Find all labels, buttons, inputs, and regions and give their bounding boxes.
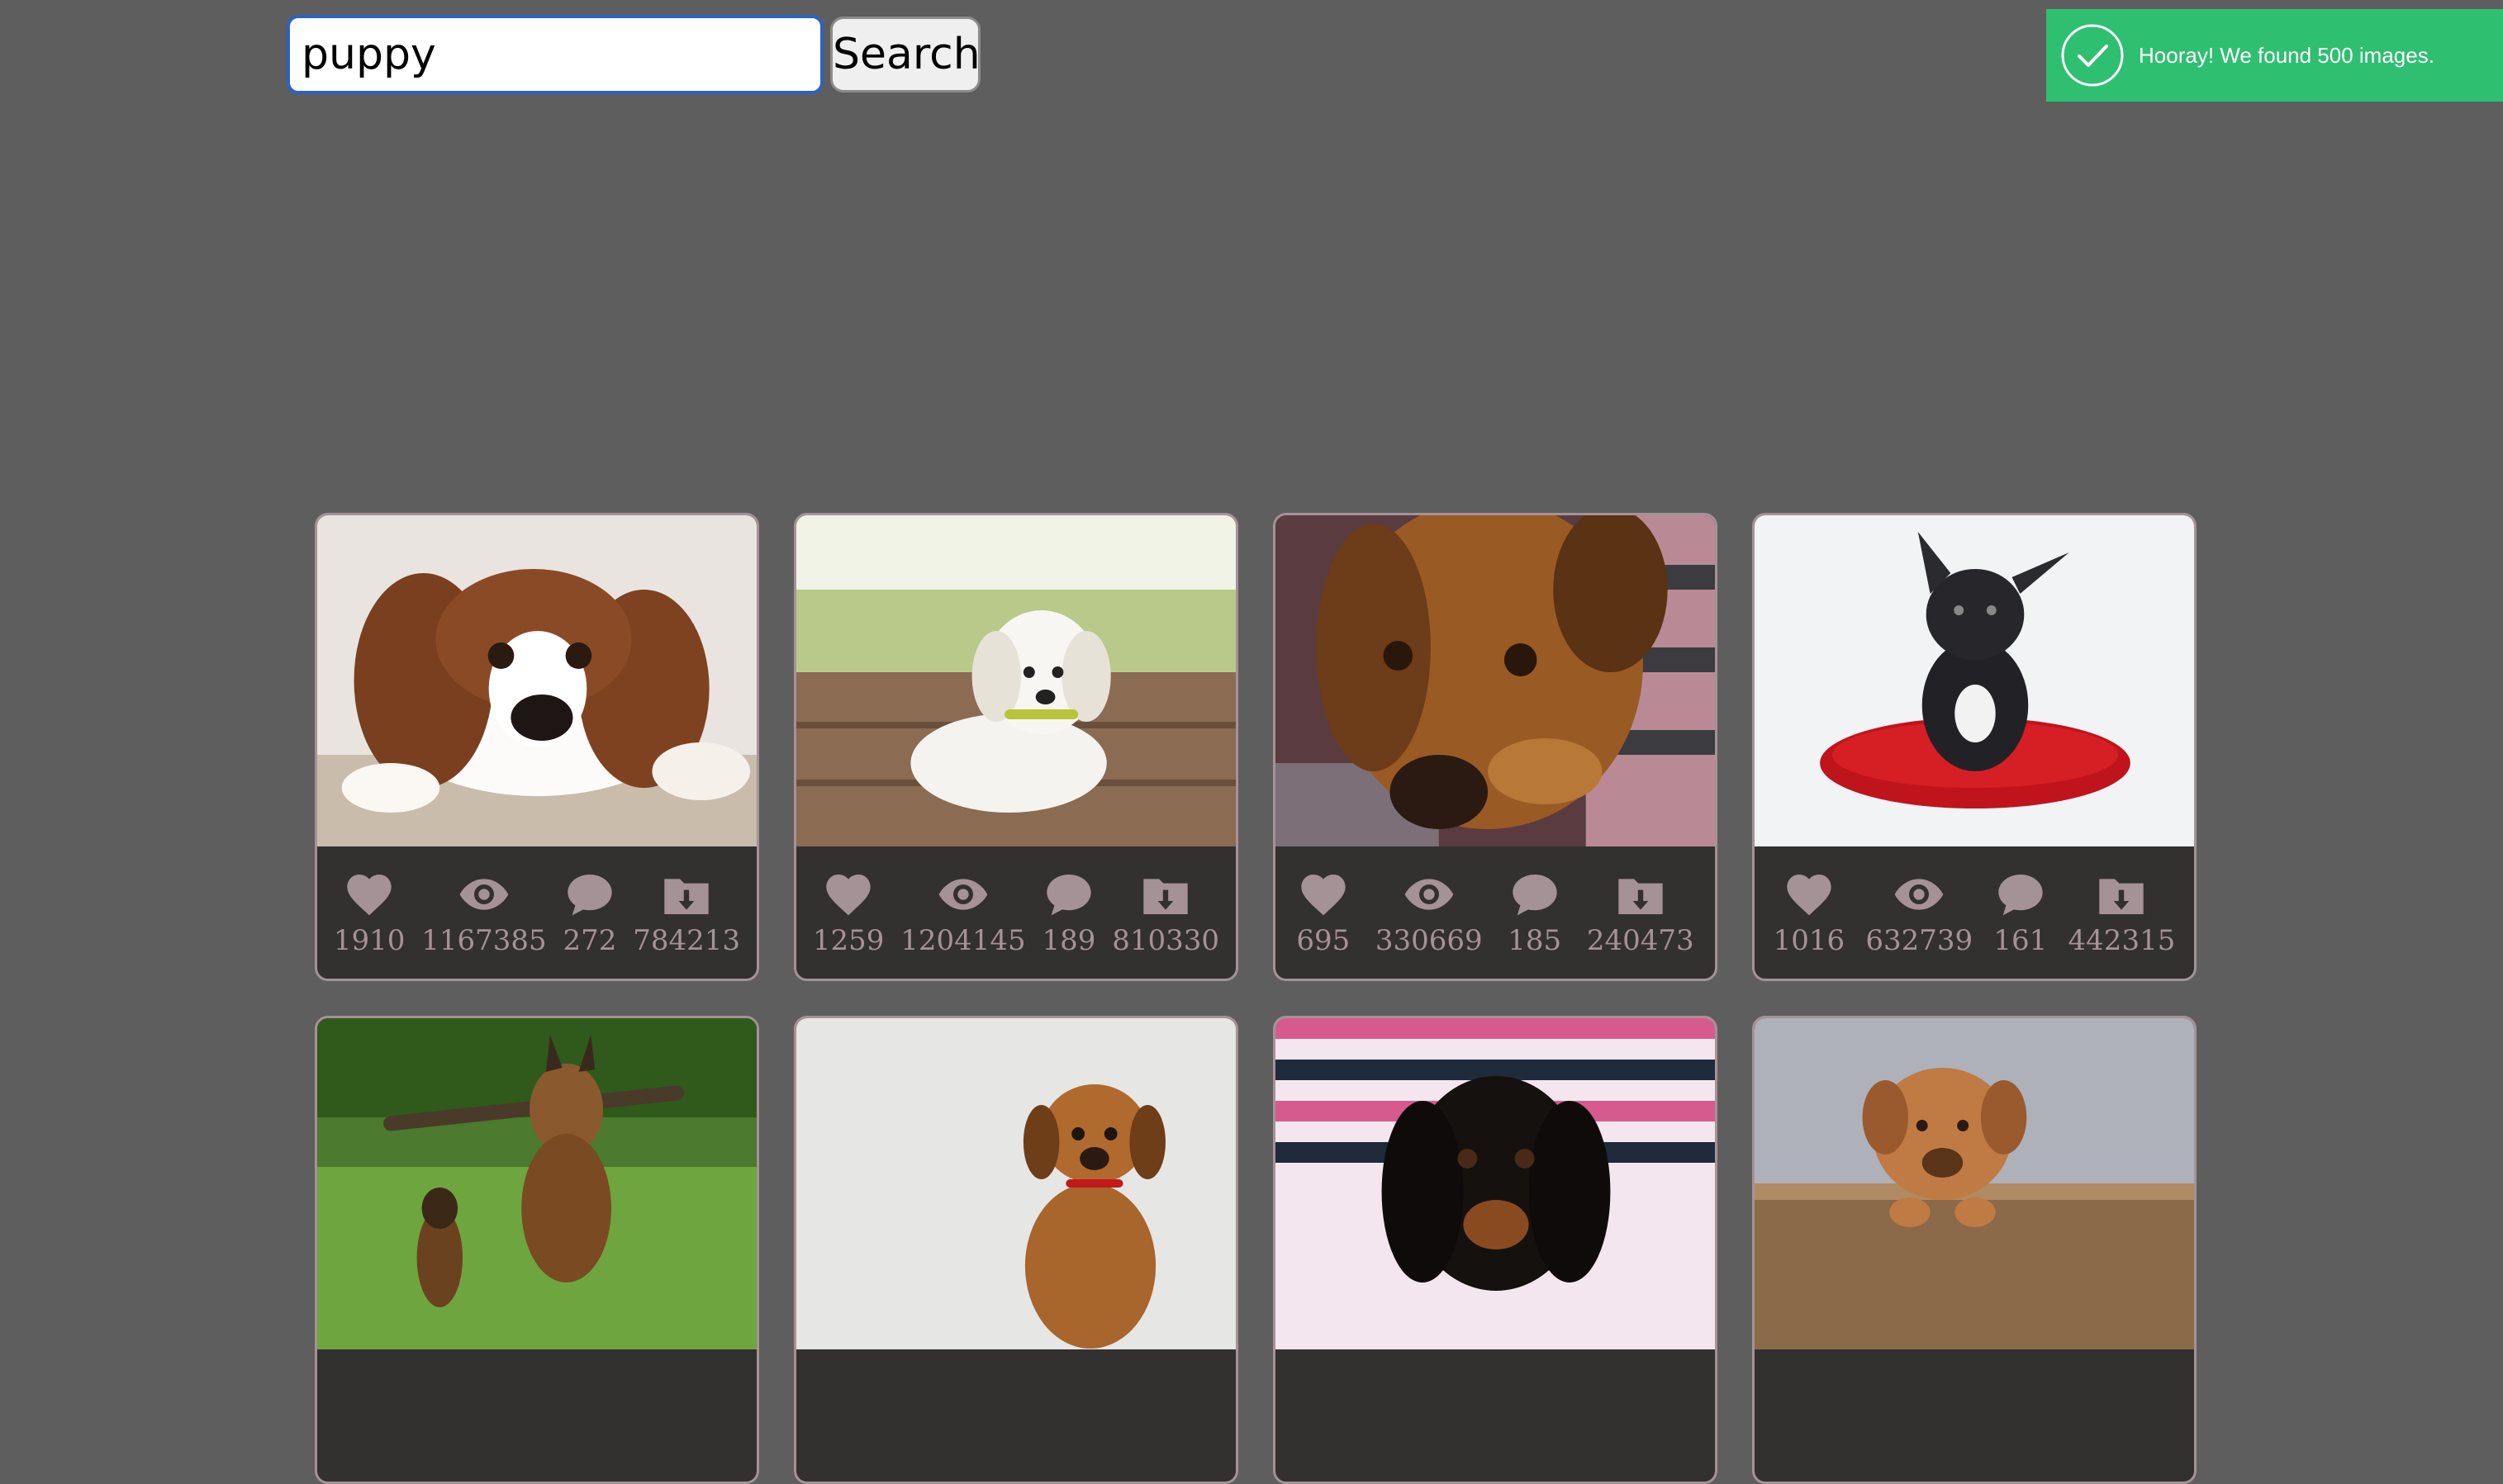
comments-stat: 185: [1508, 868, 1561, 957]
image-card[interactable]: [1752, 1016, 2197, 1484]
dog-photo[interactable]: [796, 515, 1236, 846]
heart-icon: [343, 868, 396, 921]
image-card[interactable]: 1259 1204145 189 810330: [794, 513, 1238, 981]
heart-icon: [1783, 868, 1836, 921]
views-stat: 1167385: [421, 868, 547, 957]
image-card[interactable]: [1273, 1016, 1717, 1484]
views-count: 1167385: [421, 924, 547, 957]
toast-message: Hooray! We found 500 images.: [2139, 42, 2434, 68]
likes-count: 1016: [1773, 924, 1845, 957]
download-icon: [1614, 868, 1667, 921]
likes-stat: 1016: [1774, 868, 1845, 957]
image-stats: 695 330669 185 240473: [1275, 846, 1715, 979]
image-card[interactable]: 1016 632739 161 442315: [1752, 513, 2197, 981]
comments-stat: 189: [1042, 868, 1096, 957]
image-stats: 1259 1204145 189 810330: [796, 846, 1236, 979]
dog-photo[interactable]: [317, 1018, 757, 1349]
dog-photo[interactable]: [1755, 1018, 2194, 1349]
dog-photo[interactable]: [1275, 515, 1715, 846]
image-card[interactable]: [315, 1016, 759, 1484]
views-stat: 632739: [1865, 868, 1973, 957]
dog-photo[interactable]: [1755, 515, 2194, 846]
comments-stat: 161: [1993, 868, 2047, 957]
eye-icon: [1893, 868, 1945, 921]
likes-count: 695: [1296, 924, 1351, 957]
heart-icon: [1297, 868, 1350, 921]
image-stats: 1910 1167385 272 784213: [317, 846, 757, 979]
download-icon: [660, 868, 713, 921]
image-stats: 1016 632739 161 442315: [1755, 846, 2194, 979]
likes-stat: 695: [1296, 868, 1350, 957]
views-count: 1204145: [900, 924, 1026, 957]
image-card[interactable]: 695 330669 185 240473: [1273, 513, 1717, 981]
dog-photo[interactable]: [796, 1018, 1236, 1349]
likes-stat: 1259: [812, 868, 885, 957]
eye-icon: [458, 868, 511, 921]
comment-icon: [1043, 868, 1095, 921]
dog-photo[interactable]: [317, 515, 757, 846]
search-input[interactable]: [287, 15, 824, 94]
comments-count: 272: [563, 924, 617, 957]
heart-icon: [822, 868, 875, 921]
search-form: Search: [287, 15, 981, 94]
check-circle-icon: [2061, 24, 2124, 87]
downloads-stat: 240473: [1587, 868, 1694, 957]
downloads-count: 442315: [2068, 924, 2176, 957]
image-card[interactable]: [794, 1016, 1238, 1484]
image-gallery: 1910 1167385 272 784213 1259 1204145 189…: [315, 513, 2197, 1484]
likes-stat: 1910: [333, 868, 406, 957]
comments-count: 161: [1993, 924, 2048, 957]
downloads-count: 810330: [1112, 924, 1220, 957]
download-icon: [1139, 868, 1192, 921]
comments-count: 185: [1508, 924, 1562, 957]
dog-photo[interactable]: [1275, 1018, 1715, 1349]
comments-count: 189: [1042, 924, 1096, 957]
search-button[interactable]: Search: [830, 17, 981, 92]
downloads-stat: 784213: [633, 868, 740, 957]
comment-icon: [1994, 868, 2047, 921]
download-icon: [2095, 868, 2148, 921]
views-stat: 330669: [1375, 868, 1483, 957]
eye-icon: [1403, 868, 1456, 921]
success-toast[interactable]: Hooray! We found 500 images.: [2046, 9, 2503, 102]
views-count: 330669: [1375, 924, 1483, 957]
comment-icon: [563, 868, 616, 921]
downloads-count: 240473: [1586, 924, 1694, 957]
likes-count: 1259: [812, 924, 885, 957]
views-stat: 1204145: [900, 868, 1026, 957]
image-card[interactable]: 1910 1167385 272 784213: [315, 513, 759, 981]
eye-icon: [937, 868, 990, 921]
likes-count: 1910: [333, 924, 406, 957]
downloads-stat: 810330: [1112, 868, 1219, 957]
comments-stat: 272: [563, 868, 617, 957]
downloads-count: 784213: [633, 924, 741, 957]
downloads-stat: 442315: [2068, 868, 2176, 957]
views-count: 632739: [1865, 924, 1973, 957]
comment-icon: [1508, 868, 1561, 921]
